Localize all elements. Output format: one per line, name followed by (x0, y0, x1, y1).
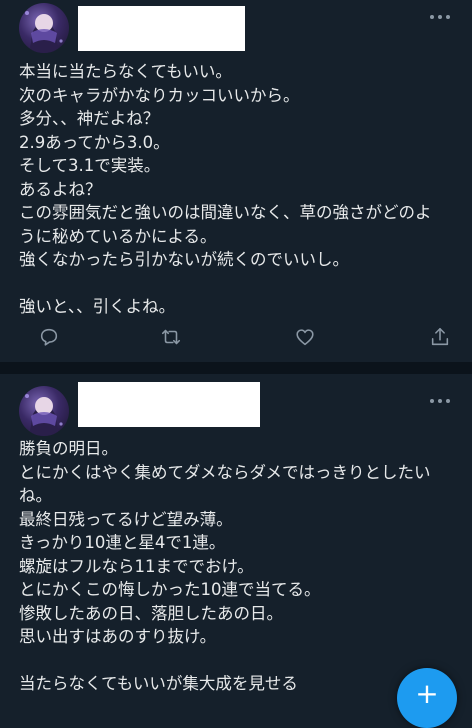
more-options-button[interactable] (428, 10, 452, 24)
tweet-line: そして3.1で実装。 (19, 156, 161, 175)
like-icon (296, 329, 314, 346)
tweet-line: とにかくはやく集めてダメならダメではっきりとしたい (19, 462, 431, 482)
plus-icon: + (415, 677, 439, 710)
retweet-icon (161, 329, 181, 345)
tweet-line: 思い出すはあのすり抜け。 (19, 627, 217, 646)
more-icon (430, 399, 450, 403)
tweet-actions (0, 322, 472, 352)
tweet-line: 最終日残ってるけど望み薄。 (19, 509, 233, 529)
reply-icon (40, 328, 58, 346)
tweet-text: 本当に当たらなくてもいい。 次のキャラがかなりカッコいいから。 多分、、神だよね… (19, 60, 459, 319)
reply-button[interactable] (38, 326, 60, 348)
avatar-image (25, 11, 63, 53)
tweet-line: 螺旋はフルなら11まででおけ。 (19, 556, 254, 576)
tweet-line: 多分、、神だよね？ (19, 109, 160, 128)
redacted-author-name (78, 6, 245, 51)
tweet-line: うに秘めているかによる。 (19, 226, 217, 246)
compose-tweet-button[interactable]: + (397, 668, 457, 728)
avatar[interactable] (19, 386, 69, 436)
tweet-line: あるよね？ (19, 179, 102, 199)
more-icon (430, 15, 450, 19)
tweet-line: 強いと、、引くよね。 (19, 297, 176, 316)
tweet-line: 惨敗したあの日、落胆したあの日。 (19, 603, 283, 623)
timeline: 本当に当たらなくてもいい。 次のキャラがかなりカッコいいから。 多分、、神だよね… (0, 0, 472, 728)
retweet-button[interactable] (160, 326, 182, 348)
tweet-line: きっかり10連と星4で1連。 (19, 533, 226, 552)
tweet-line: 当たらなくてもいいが集大成を見せる (19, 674, 298, 693)
tweet-line: この雰囲気だと強いのは間違いなく、草の強さがどのよ (19, 203, 432, 222)
share-icon (431, 327, 449, 346)
avatar-image (25, 394, 63, 436)
tweet-line: とにかくこの悔しかった10連で当てる。 (19, 580, 321, 599)
like-button[interactable] (294, 326, 316, 348)
avatar[interactable] (19, 3, 69, 53)
tweet-2[interactable]: 勝負の明日。 とにかくはやく集めてダメならダメではっきりとしたい ね。 最終日残… (0, 362, 472, 700)
tweet-text: 勝負の明日。 とにかくはやく集めてダメならダメではっきりとしたい ね。 最終日残… (19, 437, 459, 696)
tweet-line: 勝負の明日。 (19, 439, 118, 458)
redacted-author-name (78, 382, 260, 427)
share-button[interactable] (429, 326, 451, 348)
tweet-line: 次のキャラがかなりカッコいいから。 (19, 85, 300, 105)
more-options-button[interactable] (428, 394, 452, 408)
tweet-line: 強くなかったら引かないが続くのでいいし。 (19, 250, 349, 269)
tweet-line: 本当に当たらなくてもいい。 (19, 62, 232, 81)
tweet-line: ね。 (19, 486, 52, 505)
tweet-1[interactable]: 本当に当たらなくてもいい。 次のキャラがかなりカッコいいから。 多分、、神だよね… (0, 0, 472, 362)
tweet-line: 2.9あってから3.0。 (19, 132, 170, 152)
